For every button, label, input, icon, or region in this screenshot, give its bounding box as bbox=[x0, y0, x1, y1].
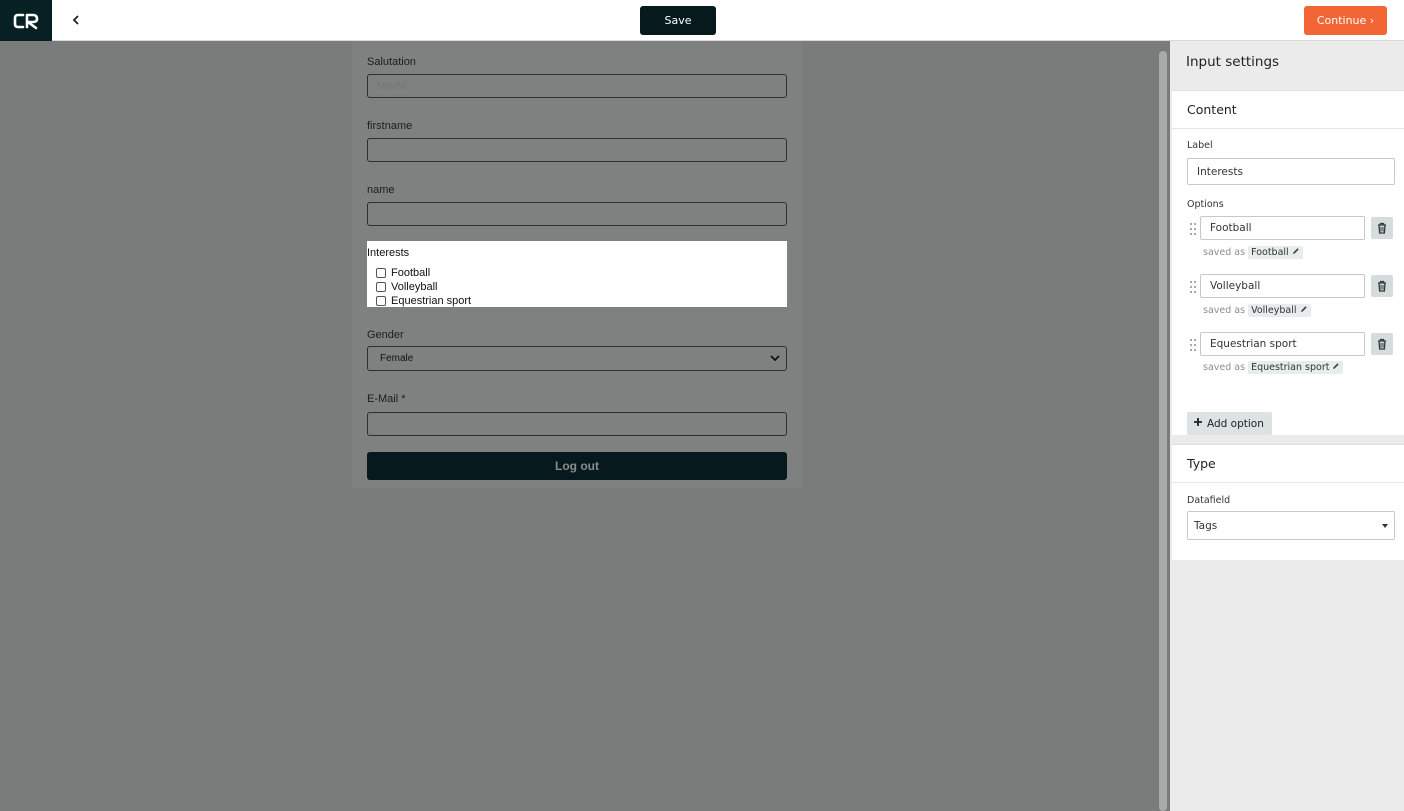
cr-logo-icon[interactable] bbox=[0, 0, 52, 41]
saved-as-value: Football bbox=[1251, 247, 1289, 258]
saved-as-text: saved as bbox=[1203, 362, 1246, 373]
saved-as-row: saved as Football bbox=[1203, 246, 1303, 259]
email-label: E-Mail * bbox=[367, 393, 406, 405]
saved-as-tag[interactable]: Volleyball bbox=[1248, 304, 1311, 317]
options-caption: Options bbox=[1187, 199, 1224, 210]
chevron-left-icon[interactable] bbox=[66, 10, 86, 30]
saved-as-row: saved as Volleyball bbox=[1203, 304, 1311, 317]
scrollbar[interactable] bbox=[1157, 41, 1170, 811]
firstname-input[interactable] bbox=[367, 138, 787, 162]
content-heading: Content bbox=[1172, 91, 1404, 129]
checkbox[interactable] bbox=[376, 282, 386, 292]
settings-panel: Input settings Content Label Options sav… bbox=[1170, 41, 1404, 811]
trash-icon[interactable] bbox=[1371, 275, 1393, 297]
interests-field-selected[interactable]: Interests Football Volleyball Equestrian… bbox=[367, 241, 787, 307]
saved-as-tag[interactable]: Football bbox=[1248, 246, 1303, 259]
scrollbar-thumb[interactable] bbox=[1159, 51, 1167, 811]
add-option-label: Add option bbox=[1207, 417, 1264, 430]
trash-icon[interactable] bbox=[1371, 333, 1393, 355]
email-input[interactable] bbox=[367, 412, 787, 436]
caret-down-icon bbox=[1382, 524, 1388, 528]
checkbox-label: Equestrian sport bbox=[391, 295, 472, 307]
chevron-down-icon bbox=[770, 354, 780, 365]
top-bar: Save Continue › bbox=[0, 0, 1404, 41]
interests-title: Interests bbox=[367, 247, 410, 259]
pencil-icon[interactable] bbox=[1332, 362, 1340, 373]
option-input[interactable] bbox=[1200, 332, 1365, 356]
gender-label: Gender bbox=[367, 329, 404, 341]
drag-handle-icon[interactable] bbox=[1189, 280, 1197, 294]
checkbox-row[interactable]: Football bbox=[376, 267, 430, 279]
name-input[interactable] bbox=[367, 202, 787, 226]
saved-as-text: saved as bbox=[1203, 305, 1246, 316]
checkbox-label: Volleyball bbox=[391, 281, 438, 293]
trash-icon[interactable] bbox=[1371, 217, 1393, 239]
gender-select[interactable]: Female bbox=[367, 346, 787, 371]
datafield-value: Tags bbox=[1194, 519, 1218, 532]
logout-button[interactable]: Log out bbox=[367, 452, 787, 480]
drag-handle-icon[interactable] bbox=[1189, 222, 1197, 236]
drag-handle-icon[interactable] bbox=[1189, 338, 1197, 352]
checkbox-row[interactable]: Equestrian sport bbox=[376, 295, 471, 307]
type-heading: Type bbox=[1172, 445, 1404, 483]
name-label: name bbox=[367, 184, 395, 196]
panel-title: Input settings bbox=[1186, 54, 1280, 70]
datafield-select[interactable]: Tags bbox=[1187, 511, 1395, 540]
saved-as-value: Volleyball bbox=[1251, 305, 1297, 316]
checkbox-label: Football bbox=[391, 267, 431, 279]
salutation-input[interactable] bbox=[367, 74, 787, 98]
option-input[interactable] bbox=[1200, 216, 1365, 240]
salutation-label: Salutation bbox=[367, 56, 416, 68]
label-caption: Label bbox=[1187, 140, 1213, 151]
checkbox[interactable] bbox=[376, 268, 386, 278]
firstname-label: firstname bbox=[367, 120, 413, 132]
checkbox-row[interactable]: Volleyball bbox=[376, 281, 437, 293]
pencil-icon[interactable] bbox=[1292, 247, 1300, 258]
save-button[interactable]: Save bbox=[640, 6, 716, 35]
add-option-button[interactable]: Add option bbox=[1187, 412, 1272, 435]
datafield-caption: Datafield bbox=[1187, 495, 1231, 506]
label-input[interactable] bbox=[1187, 158, 1395, 185]
type-section: Type Datafield Tags bbox=[1172, 444, 1404, 560]
plus-icon bbox=[1193, 417, 1203, 430]
saved-as-row: saved as Equestrian sport bbox=[1203, 361, 1344, 374]
option-input[interactable] bbox=[1200, 274, 1365, 298]
gender-value: Female bbox=[380, 353, 414, 364]
saved-as-value: Equestrian sport bbox=[1251, 362, 1330, 373]
saved-as-tag[interactable]: Equestrian sport bbox=[1248, 361, 1344, 374]
pencil-icon[interactable] bbox=[1300, 305, 1308, 316]
form-preview: Salutation firstname name Interests Foot… bbox=[352, 41, 802, 488]
content-section: Content Label Options saved as Football bbox=[1172, 90, 1404, 435]
continue-button[interactable]: Continue › bbox=[1304, 6, 1387, 35]
saved-as-text: saved as bbox=[1203, 247, 1246, 258]
checkbox[interactable] bbox=[376, 296, 386, 306]
